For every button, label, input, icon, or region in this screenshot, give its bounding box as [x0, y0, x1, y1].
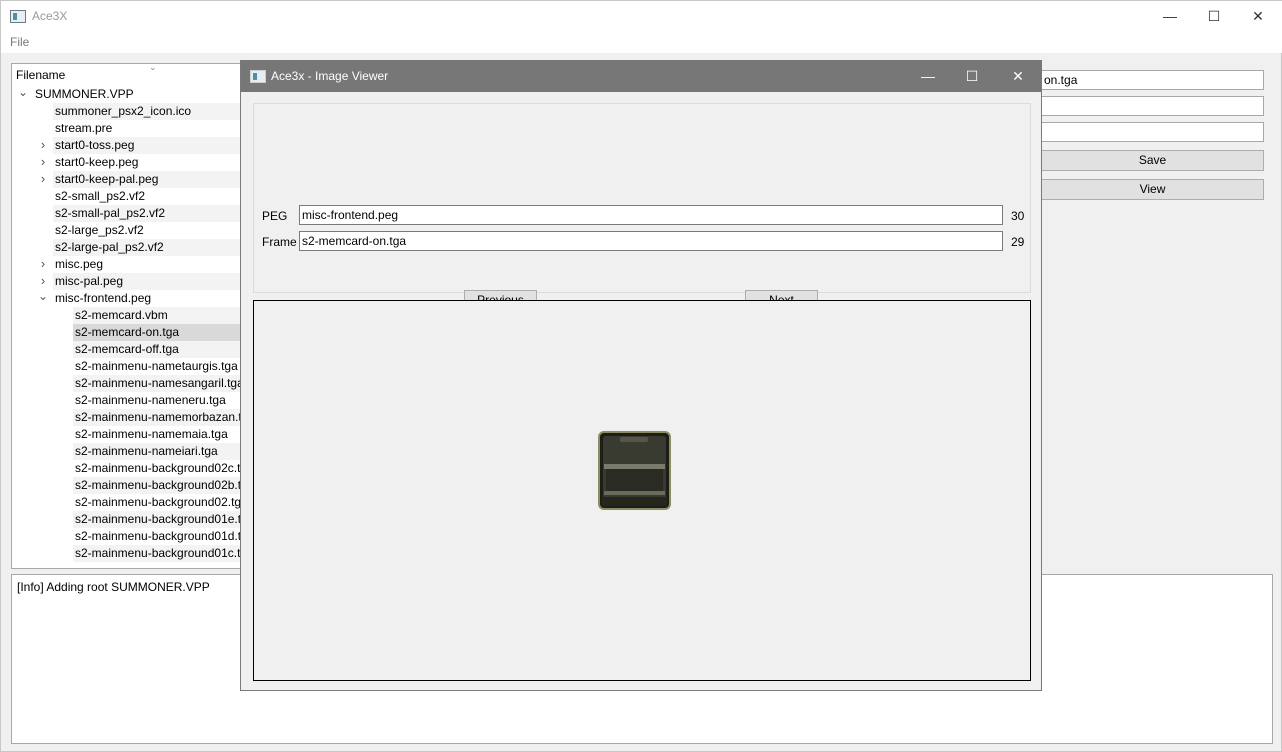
sort-indicator-icon: ⌄: [149, 63, 157, 72]
tree-row[interactable]: s2-mainmenu-namemorbazan.tga: [73, 409, 243, 426]
chevron-down-icon[interactable]: ⌄: [38, 290, 48, 302]
tree-row-label: s2-mainmenu-namesangaril.tga: [75, 376, 243, 390]
right-field-2[interactable]: [1041, 96, 1264, 116]
memory-card-image: [598, 431, 671, 510]
tree-row-label: s2-mainmenu-namemaia.tga: [75, 427, 228, 441]
tree-row-label: start0-keep.peg: [55, 155, 139, 169]
viewer-controls-group: PEG misc-frontend.peg 30 Frame s2-memcar…: [253, 103, 1031, 310]
tree-row-label: s2-memcard-on.tga: [75, 325, 180, 339]
tree-row[interactable]: s2-mainmenu-background02c.tga: [73, 460, 243, 477]
tree-row-label: s2-mainmenu-background02c.tga: [75, 461, 243, 475]
dialog-close-button[interactable]: ✕: [995, 61, 1041, 92]
tree-row[interactable]: s2-small_ps2.vf2: [53, 188, 242, 205]
tree-row-label: s2-mainmenu-background01d.tga: [75, 529, 243, 543]
dialog-title-bar: Ace3x - Image Viewer — ☐ ✕: [241, 61, 1041, 92]
chevron-right-icon[interactable]: ›: [38, 273, 48, 289]
tree-row-label: s2-mainmenu-background01c.tga: [75, 546, 243, 560]
tree-row[interactable]: › misc.peg: [41, 256, 242, 273]
dialog-minimize-button[interactable]: —: [905, 61, 951, 92]
tree-row[interactable]: › misc-pal.peg: [41, 273, 242, 290]
tree-row-label: misc.peg: [55, 257, 104, 271]
chevron-right-icon[interactable]: ›: [38, 137, 48, 153]
tree-row-label: stream.pre: [55, 121, 113, 135]
tree-row[interactable]: s2-mainmenu-background02b.tga: [73, 477, 243, 494]
tree-row[interactable]: ⌄ misc-frontend.peg: [38, 290, 242, 307]
log-line: [Info] Adding root SUMMONER.VPP: [17, 580, 210, 594]
tree-row-label: s2-mainmenu-nametaurgis.tga: [75, 359, 238, 373]
right-field-3[interactable]: [1041, 122, 1264, 142]
tree-row[interactable]: s2-large-pal_ps2.vf2: [53, 239, 242, 256]
chevron-right-icon[interactable]: ›: [38, 256, 48, 272]
right-field-1[interactable]: on.tga: [1041, 70, 1264, 90]
tree-header[interactable]: Filename ⌄: [12, 64, 242, 86]
title-bar: Ace3X — ☐ ✕: [1, 1, 1282, 32]
frame-field[interactable]: s2-memcard-on.tga: [299, 231, 1003, 251]
app-title: Ace3X: [32, 9, 68, 23]
tree-row-label: s2-mainmenu-namemorbazan.tga: [75, 410, 243, 424]
tree-row[interactable]: s2-mainmenu-background01c.tga: [73, 545, 243, 562]
tree-row-label: summoner_psx2_icon.ico: [55, 104, 192, 118]
chevron-right-icon[interactable]: ›: [38, 171, 48, 187]
tree-row-label: s2-large_ps2.vf2: [55, 223, 144, 237]
tree-row[interactable]: s2-large_ps2.vf2: [53, 222, 242, 239]
tree-row[interactable]: ⌄ SUMMONER.VPP: [18, 86, 242, 103]
tree-row-label: s2-small_ps2.vf2: [55, 189, 146, 203]
tree-row-label: s2-mainmenu-background02b.tga: [75, 478, 243, 492]
file-tree[interactable]: Filename ⌄ ⌄ SUMMONER.VPP summoner_psx2_ic…: [11, 63, 243, 569]
tree-row-label: s2-memcard-off.tga: [75, 342, 179, 356]
frame-count: 29: [1011, 235, 1025, 249]
dialog-app-icon: [250, 70, 266, 83]
tree-row-label: start0-toss.peg: [55, 138, 135, 152]
tree-row[interactable]: s2-mainmenu-namemaia.tga: [73, 426, 242, 443]
tree-row-label: s2-mainmenu-background01e.tga: [75, 512, 243, 526]
image-canvas: [253, 300, 1031, 681]
tree-row[interactable]: s2-mainmenu-nametaurgis.tga: [73, 358, 242, 375]
tree-row[interactable]: s2-memcard-off.tga: [73, 341, 242, 358]
tree-row[interactable]: summoner_psx2_icon.ico: [53, 103, 242, 120]
peg-field[interactable]: misc-frontend.peg: [299, 205, 1003, 225]
close-button[interactable]: ✕: [1235, 1, 1281, 32]
tree-row-label: s2-mainmenu-background02.tga: [75, 495, 243, 509]
tree-row-label: misc-frontend.peg: [55, 291, 152, 305]
maximize-button[interactable]: ☐: [1191, 1, 1237, 32]
save-button[interactable]: Save: [1041, 150, 1264, 171]
app-icon: [10, 10, 26, 23]
tree-row[interactable]: s2-mainmenu-namesangaril.tga: [73, 375, 243, 392]
tree-row[interactable]: s2-mainmenu-background02.tga: [73, 494, 243, 511]
dialog-title: Ace3x - Image Viewer: [271, 69, 389, 83]
tree-row[interactable]: stream.pre: [53, 120, 242, 137]
image-viewer-dialog: Ace3x - Image Viewer — ☐ ✕ PEG misc-fron…: [240, 60, 1042, 691]
tree-row-label: misc-pal.peg: [55, 274, 124, 288]
dialog-maximize-button[interactable]: ☐: [949, 61, 995, 92]
tree-row[interactable]: › start0-keep.peg: [41, 154, 242, 171]
tree-row[interactable]: s2-mainmenu-nameiari.tga: [73, 443, 242, 460]
tree-row[interactable]: s2-memcard.vbm: [73, 307, 242, 324]
chevron-right-icon[interactable]: ›: [38, 154, 48, 170]
tree-row-label: start0-keep-pal.peg: [55, 172, 159, 186]
menu-bar: File: [1, 32, 1282, 53]
tree-row[interactable]: s2-memcard-on.tga: [73, 324, 242, 341]
tree-row-label: SUMMONER.VPP: [35, 87, 134, 101]
tree-row[interactable]: s2-mainmenu-nameneru.tga: [73, 392, 242, 409]
peg-count: 30: [1011, 209, 1025, 223]
frame-label: Frame: [262, 235, 297, 249]
chevron-down-icon[interactable]: ⌄: [18, 86, 28, 98]
tree-row[interactable]: › start0-keep-pal.peg: [41, 171, 242, 188]
peg-label: PEG: [262, 209, 288, 223]
tree-row[interactable]: › start0-toss.peg: [41, 137, 242, 154]
tree-row[interactable]: s2-mainmenu-background01e.tga: [73, 511, 243, 528]
tree-row[interactable]: s2-small-pal_ps2.vf2: [53, 205, 242, 222]
tree-row-label: s2-mainmenu-nameneru.tga: [75, 393, 226, 407]
view-button[interactable]: View: [1041, 179, 1264, 200]
tree-row-label: s2-large-pal_ps2.vf2: [55, 240, 164, 254]
menu-file[interactable]: File: [10, 35, 29, 49]
tree-row-label: s2-mainmenu-nameiari.tga: [75, 444, 218, 458]
tree-row-label: s2-small-pal_ps2.vf2: [55, 206, 166, 220]
minimize-button[interactable]: —: [1147, 1, 1193, 32]
tree-row[interactable]: s2-mainmenu-background01d.tga: [73, 528, 243, 545]
filename-column-header[interactable]: Filename: [16, 68, 65, 82]
tree-row-label: s2-memcard.vbm: [75, 308, 168, 322]
